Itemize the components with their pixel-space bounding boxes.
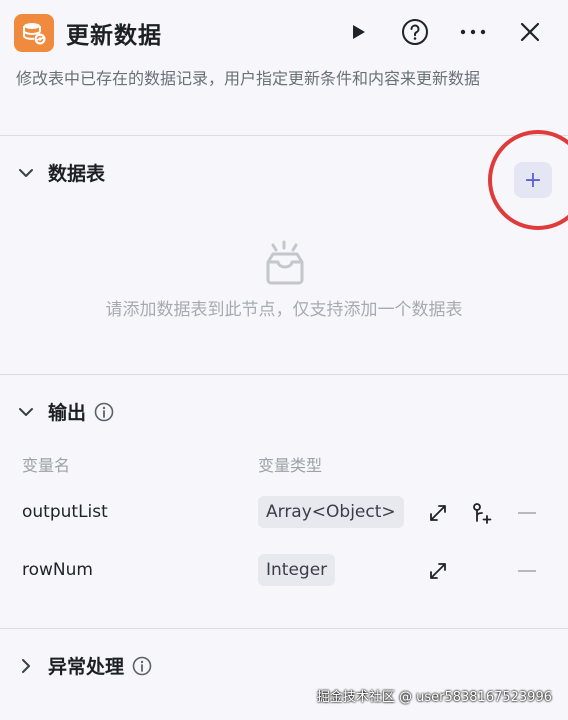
help-icon bbox=[402, 19, 428, 45]
empty-state-text: 请添加数据表到此节点，仅支持添加一个数据表 bbox=[105, 300, 463, 320]
info-icon[interactable] bbox=[132, 656, 152, 676]
divider bbox=[0, 374, 568, 375]
run-button[interactable] bbox=[342, 16, 374, 48]
expand-icon[interactable] bbox=[426, 559, 450, 583]
column-header-name: 变量名 bbox=[22, 456, 71, 475]
empty-inbox-icon bbox=[262, 240, 308, 286]
page-title: 更新数据 bbox=[66, 23, 162, 49]
watermark: 掘金技术社区 @ user5838167523996 bbox=[316, 690, 552, 705]
output-section-title: 输出 bbox=[48, 402, 87, 424]
remove-variable-button[interactable] bbox=[518, 512, 536, 514]
column-header-type: 变量类型 bbox=[258, 456, 323, 475]
divider bbox=[0, 628, 568, 629]
datatable-section-header[interactable]: 数据表 bbox=[16, 159, 105, 186]
remove-variable-button[interactable] bbox=[518, 570, 536, 572]
expand-icon[interactable] bbox=[426, 501, 450, 525]
variable-type-tag: Array<Object> bbox=[258, 496, 404, 528]
divider bbox=[0, 135, 568, 136]
variable-type-tag: Integer bbox=[258, 554, 336, 586]
output-section-header[interactable]: 输出 bbox=[16, 398, 114, 425]
chevron-down-icon bbox=[16, 163, 36, 183]
help-button[interactable] bbox=[399, 16, 431, 48]
variable-name: outputList bbox=[22, 502, 108, 522]
node-description: 修改表中已存在的数据记录，用户指定更新条件和内容来更新数据 bbox=[16, 69, 481, 88]
datatable-section-title: 数据表 bbox=[48, 163, 106, 185]
more-icon bbox=[460, 29, 486, 35]
highlight-circle bbox=[488, 130, 568, 230]
exception-section-title: 异常处理 bbox=[48, 656, 125, 678]
info-icon[interactable] bbox=[94, 402, 114, 422]
node-header: 更新数据 bbox=[0, 0, 568, 64]
more-button[interactable] bbox=[457, 16, 489, 48]
exception-section-header[interactable]: 异常处理 bbox=[16, 652, 152, 679]
database-sync-icon bbox=[14, 14, 54, 52]
chevron-right-icon bbox=[16, 656, 36, 676]
variable-name: rowNum bbox=[22, 560, 93, 580]
chevron-down-icon bbox=[16, 402, 36, 422]
play-icon bbox=[353, 25, 365, 39]
add-child-variable-icon[interactable] bbox=[470, 501, 494, 525]
close-button[interactable] bbox=[514, 16, 546, 48]
close-icon bbox=[520, 22, 540, 42]
